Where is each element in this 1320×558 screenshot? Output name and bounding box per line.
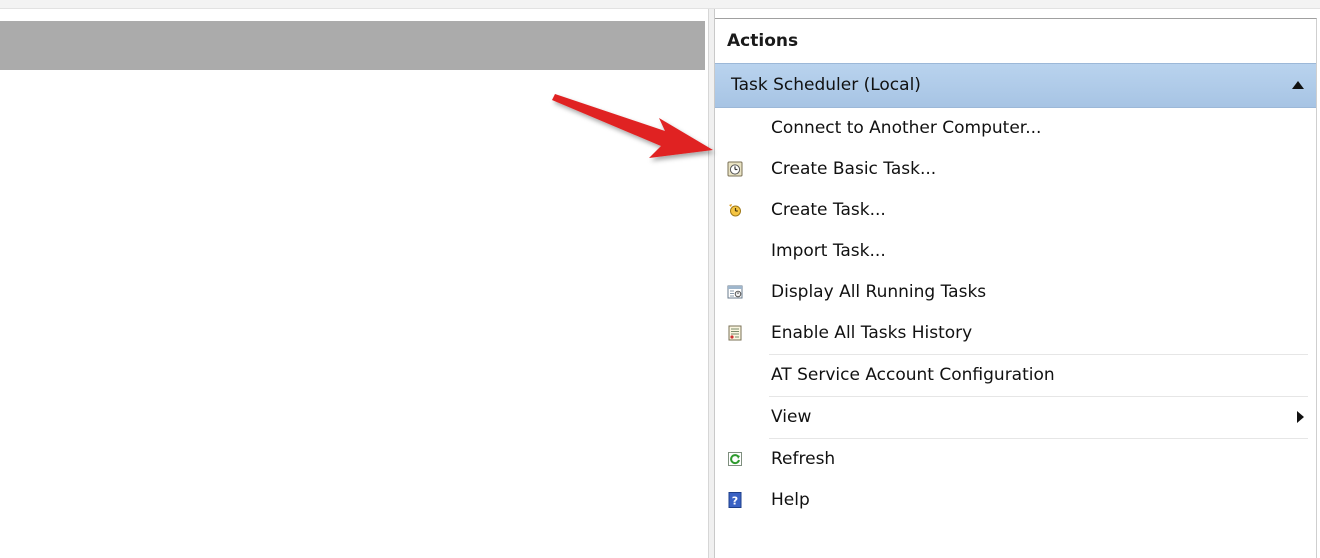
action-label: View [771, 407, 812, 427]
section-header-task-scheduler-local[interactable]: Task Scheduler (Local) [715, 63, 1316, 108]
action-label: Connect to Another Computer... [771, 118, 1042, 138]
action-help[interactable]: ? Help [715, 480, 1316, 521]
action-label: Create Task... [771, 200, 886, 220]
action-create-task[interactable]: Create Task... [715, 190, 1316, 231]
task-scheduler-window: Actions Task Scheduler (Local) Connect t… [0, 0, 1320, 558]
basic-task-icon [727, 161, 743, 177]
action-label: Import Task... [771, 241, 886, 261]
main-pane-header-bar [0, 21, 705, 70]
top-border [0, 0, 1320, 9]
svg-text:?: ? [732, 495, 738, 508]
action-connect-to-another-computer[interactable]: Connect to Another Computer... [715, 108, 1316, 149]
refresh-icon [728, 452, 742, 466]
create-task-icon [729, 204, 741, 217]
action-enable-all-tasks-history[interactable]: Enable All Tasks History [715, 313, 1316, 354]
submenu-arrow-icon [1297, 411, 1304, 423]
pane-splitter[interactable] [708, 9, 715, 558]
action-label: Enable All Tasks History [771, 323, 973, 343]
section-header-label: Task Scheduler (Local) [731, 75, 921, 95]
action-at-service-account-configuration[interactable]: AT Service Account Configuration [715, 355, 1316, 396]
action-label: Display All Running Tasks [771, 282, 987, 302]
collapse-up-icon[interactable] [1292, 81, 1304, 89]
tasks-history-icon [728, 325, 742, 341]
action-label: AT Service Account Configuration [771, 365, 1055, 385]
action-create-basic-task[interactable]: Create Basic Task... [715, 149, 1316, 190]
running-tasks-icon [727, 285, 743, 299]
actions-pane: Actions Task Scheduler (Local) Connect t… [715, 18, 1317, 558]
action-label: Help [771, 490, 810, 510]
help-icon: ? [728, 492, 742, 508]
action-display-all-running-tasks[interactable]: Display All Running Tasks [715, 272, 1316, 313]
action-label: Refresh [771, 449, 836, 469]
main-content-pane [0, 9, 708, 558]
action-refresh[interactable]: Refresh [715, 439, 1316, 480]
action-import-task[interactable]: Import Task... [715, 231, 1316, 272]
actions-pane-title: Actions [715, 19, 1316, 63]
action-label: Create Basic Task... [771, 159, 937, 179]
action-view[interactable]: View [715, 397, 1316, 438]
